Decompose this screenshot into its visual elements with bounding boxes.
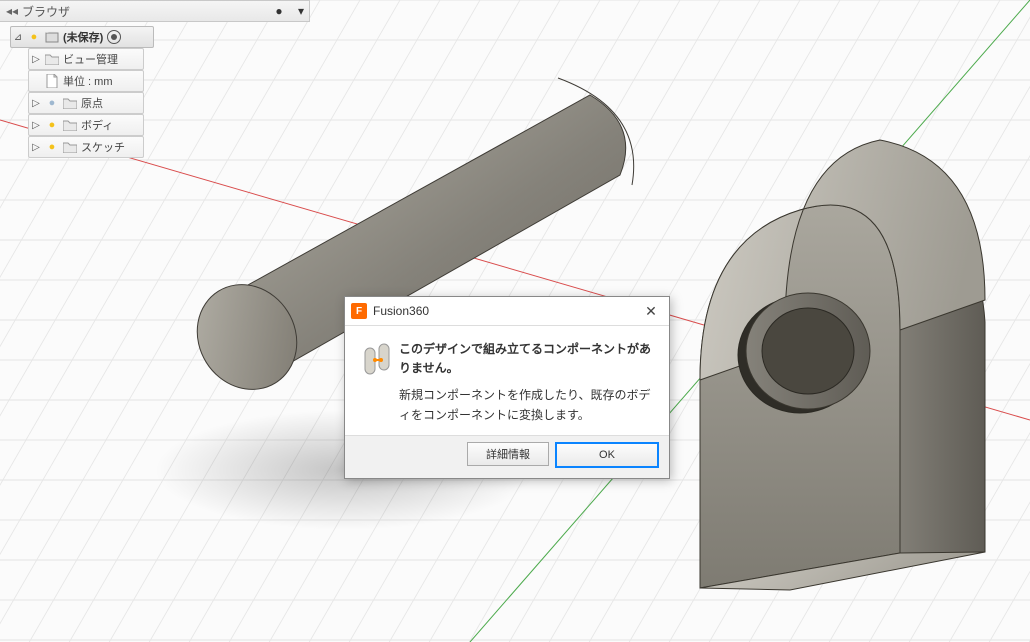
bulb-off-icon[interactable]: ● (45, 96, 59, 110)
tree-item-label: スケッチ (81, 139, 125, 155)
chevron-right-icon[interactable]: ▷ (31, 98, 41, 109)
close-icon[interactable]: ✕ (639, 303, 663, 320)
tree-root-label: (未保存) (63, 29, 103, 45)
folder-icon (63, 140, 77, 154)
message-dialog: F Fusion360 ✕ このデザインで組み立てるコンポーネントがありません。… (344, 296, 670, 479)
chevron-down-icon[interactable]: ⊿ (13, 32, 23, 43)
folder-icon (63, 96, 77, 110)
dialog-heading: このデザインで組み立てるコンポーネントがありません。 (399, 340, 655, 378)
panel-menu-icon[interactable]: ▾ (293, 4, 309, 18)
tree-item-bodies[interactable]: ▷ ● ボディ (28, 114, 144, 136)
tree-root[interactable]: ⊿ ● (未保存) (10, 26, 154, 48)
tree-item-label: 原点 (81, 95, 103, 111)
tree-item-sketches[interactable]: ▷ ● スケッチ (28, 136, 144, 158)
chevron-right-icon[interactable]: ▷ (31, 54, 41, 65)
dialog-footer: 詳細情報 OK (345, 435, 669, 478)
document-icon (45, 74, 59, 88)
chevron-right-icon[interactable]: ▷ (31, 142, 41, 153)
dialog-title-text: Fusion360 (373, 304, 639, 318)
dialog-titlebar[interactable]: F Fusion360 ✕ (345, 297, 669, 326)
bulb-icon[interactable]: ● (27, 30, 41, 44)
browser-tree: ⊿ ● (未保存) ▷ ビュー管理 単位 : mm ▷ ● (0, 22, 310, 158)
tree-item-label: 単位 : mm (63, 73, 113, 89)
bulb-icon[interactable]: ● (45, 118, 59, 132)
fusion-logo-icon: F (351, 303, 367, 319)
browser-title: ブラウザ (20, 3, 265, 20)
tree-item-label: ビュー管理 (63, 51, 118, 67)
bulb-icon[interactable]: ● (45, 140, 59, 154)
dialog-illustration-icon (359, 340, 399, 425)
ok-button[interactable]: OK (555, 442, 659, 468)
dialog-body-text: 新規コンポーネントを作成したり、既存のボディをコンポーネントに変換します。 (399, 386, 655, 424)
tree-item-units[interactable]: 単位 : mm (28, 70, 144, 92)
activate-target-icon[interactable] (107, 30, 121, 44)
component-icon (45, 30, 59, 44)
details-button[interactable]: 詳細情報 (467, 442, 549, 466)
browser-header[interactable]: ◂◂ ブラウザ ● ▾ (0, 0, 310, 22)
folder-icon (63, 118, 77, 132)
tree-item-views[interactable]: ▷ ビュー管理 (28, 48, 144, 70)
tree-item-label: ボディ (81, 117, 113, 133)
collapse-icon[interactable]: ◂◂ (4, 4, 20, 18)
chevron-right-icon[interactable]: ▷ (31, 120, 41, 131)
pin-icon[interactable]: ● (265, 4, 293, 18)
folder-icon (45, 52, 59, 66)
browser-panel: ◂◂ ブラウザ ● ▾ ⊿ ● (未保存) ▷ ビュー管理 単位 : (0, 0, 310, 158)
tree-item-origin[interactable]: ▷ ● 原点 (28, 92, 144, 114)
